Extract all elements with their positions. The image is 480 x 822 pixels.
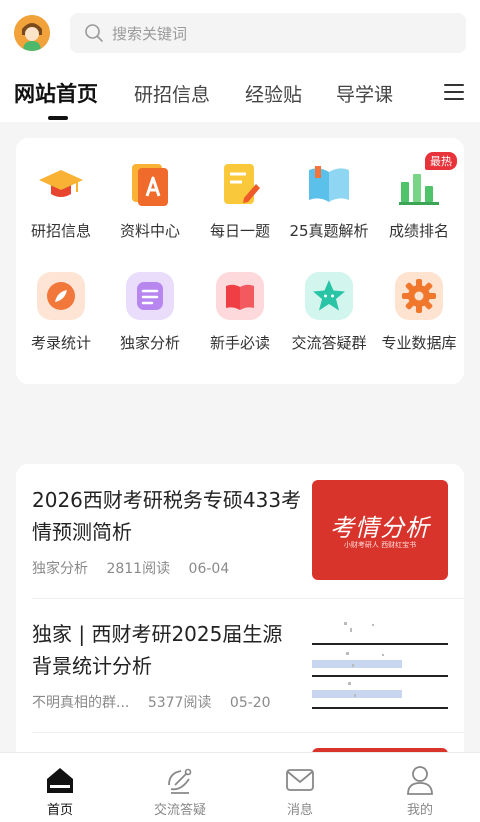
gear-icon	[395, 272, 443, 320]
search-placeholder: 搜索关键词	[112, 24, 188, 43]
grid-item-database[interactable]: 专业数据库	[374, 272, 464, 353]
menu-icon[interactable]	[444, 84, 464, 102]
search-icon	[85, 24, 103, 42]
list-item[interactable]: 独家 | 西财考研2025届生源背景统计分析 不明真相的群... 5377阅读 …	[16, 598, 464, 732]
open-book-icon	[305, 160, 353, 208]
avatar[interactable]	[14, 15, 50, 51]
article-meta: 不明真相的群... 5377阅读 05-20	[32, 692, 285, 712]
grid-item-score-ranking[interactable]: 最热 成绩排名	[374, 152, 464, 241]
article-date: 06-04	[188, 561, 230, 577]
thumbnail-subtitle: 小财考研人 西财红宝书	[343, 541, 417, 549]
grid-label: 新手必读	[209, 334, 270, 352]
bar-chart-icon: 最热	[395, 152, 457, 208]
grid-item-qa-group[interactable]: 交流答疑群	[284, 272, 374, 353]
grid-item-admission-info[interactable]: 研招信息	[16, 160, 106, 241]
grid-label: 专业数据库	[381, 334, 457, 352]
note-icon	[126, 272, 174, 320]
active-tab-indicator	[48, 116, 68, 120]
top-header: 搜索关键词	[0, 0, 480, 66]
grid-item-materials[interactable]: 资料中心	[105, 160, 195, 241]
search-input[interactable]: 搜索关键词	[70, 13, 466, 53]
nav-label: 我的	[406, 803, 433, 818]
article-date: 05-20	[229, 695, 271, 711]
grid-label: 考录统计	[30, 334, 91, 352]
list-item[interactable]: 2026西财考研税务专硕433考情预测简析 独家分析 2811阅读 06-04 …	[16, 464, 464, 598]
app-root: 搜索关键词 网站首页 研招信息 经验贴 导学课 研招信息 资料中心 每日一题 2…	[0, 0, 480, 822]
article-thumbnail	[312, 614, 448, 714]
compass-icon	[37, 272, 85, 320]
bottom-nav: 首页 交流答疑 消息 我的	[0, 752, 480, 822]
grid-label: 独家分析	[119, 334, 180, 352]
divider	[32, 732, 464, 733]
grid-label: 交流答疑群	[291, 334, 367, 352]
tab-experience[interactable]: 经验贴	[245, 80, 302, 107]
nav-home[interactable]: 首页	[20, 765, 100, 818]
category-tabs: 网站首页 研招信息 经验贴 导学课	[0, 66, 480, 122]
documents-icon	[126, 160, 174, 208]
nav-label: 消息	[286, 803, 313, 818]
article-title: 独家 | 西财考研2025届生源背景统计分析	[32, 622, 283, 678]
daily-question-icon	[216, 160, 264, 208]
book-icon	[216, 272, 264, 320]
article-source: 不明真相的群...	[32, 695, 130, 711]
hot-badge: 最热	[425, 152, 457, 170]
user-icon	[380, 765, 460, 795]
feature-grid: 研招信息 资料中心 每日一题 25真题解析 最热 成绩排名 考录统计 独家分析 …	[16, 138, 464, 384]
article-thumbnail: 考情分析 小财考研人 西财红宝书	[312, 480, 448, 580]
mail-icon	[260, 765, 340, 795]
article-meta: 独家分析 2811阅读 06-04	[32, 558, 243, 578]
nav-label: 交流答疑	[153, 803, 206, 818]
nav-label: 首页	[46, 803, 73, 818]
satellite-icon	[140, 765, 220, 795]
grid-label: 研招信息	[30, 222, 91, 240]
nav-messages[interactable]: 消息	[260, 765, 340, 818]
grid-label: 成绩排名	[388, 222, 449, 240]
grid-label: 每日一题	[209, 222, 270, 240]
thumbnail-title: 考情分析	[330, 514, 430, 542]
nav-qa[interactable]: 交流答疑	[140, 765, 220, 818]
grid-item-admission-stats[interactable]: 考录统计	[16, 272, 106, 353]
grid-label: 资料中心	[119, 222, 180, 240]
grid-item-beginner-guide[interactable]: 新手必读	[195, 272, 285, 353]
star-icon	[305, 272, 353, 320]
grid-item-daily-question[interactable]: 每日一题	[195, 160, 285, 241]
tab-courses[interactable]: 导学课	[336, 80, 393, 107]
grid-item-exclusive-analysis[interactable]: 独家分析	[105, 272, 195, 353]
article-reads: 5377阅读	[147, 695, 212, 711]
article-list: 2026西财考研税务专硕433考情预测简析 独家分析 2811阅读 06-04 …	[16, 464, 464, 764]
article-reads: 2811阅读	[106, 561, 171, 577]
nav-profile[interactable]: 我的	[380, 765, 460, 818]
graduation-cap-icon	[37, 160, 85, 208]
home-icon	[20, 765, 100, 795]
article-source: 独家分析	[32, 561, 88, 577]
grid-item-exam-analysis[interactable]: 25真题解析	[284, 160, 374, 241]
tab-home[interactable]: 网站首页	[14, 78, 98, 108]
article-title: 2026西财考研税务专硕433考情预测简析	[32, 488, 302, 544]
grid-label: 25真题解析	[289, 222, 369, 240]
tab-admission-info[interactable]: 研招信息	[134, 80, 210, 107]
